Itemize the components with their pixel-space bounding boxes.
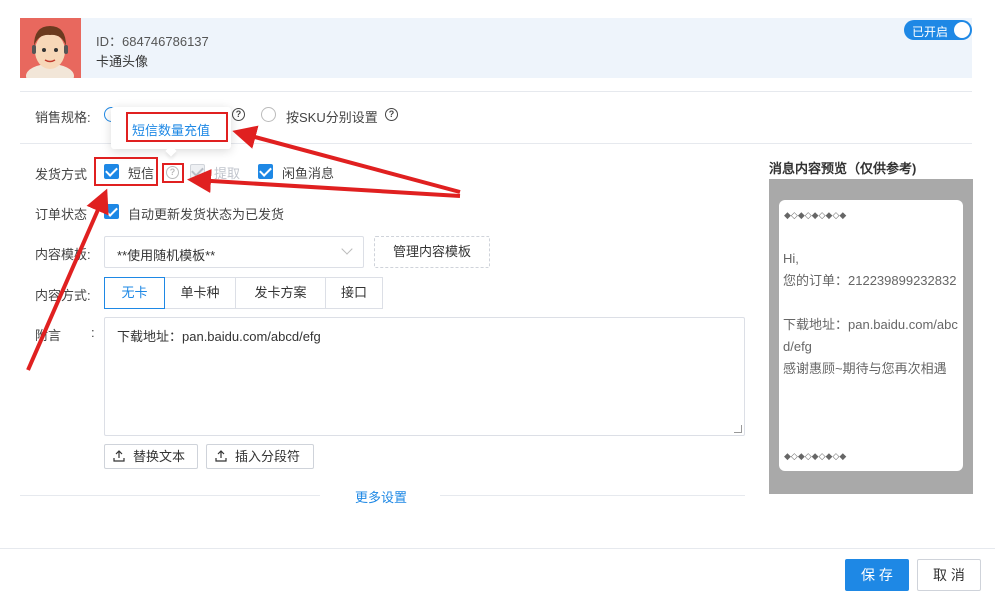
preview-decoration: ◆◇◆◇◆◇◆◇◆ <box>784 451 847 461</box>
spec-sku-label: 按SKU分别设置 <box>286 110 378 125</box>
preview-card: ◆◇◆◇◆◇◆◇◆ Hi, 您的订单：212239899232832 下载地址：… <box>779 200 963 471</box>
pickup-checkbox[interactable] <box>190 164 205 179</box>
user-name: 卡通头像 <box>96 54 149 69</box>
note-colon: : <box>91 325 95 340</box>
replace-text-label: 替换文本 <box>133 449 186 464</box>
arrow-to-recharge <box>232 125 461 194</box>
annotation-box-recharge <box>126 112 228 142</box>
insert-separator-button[interactable]: 插入分段符 <box>206 444 314 469</box>
footer-divider <box>0 548 995 549</box>
xianyu-label: 闲鱼消息 <box>282 166 335 181</box>
tab-api[interactable]: 接口 <box>325 277 383 309</box>
preview-line: Hi, <box>783 251 799 266</box>
note-text: 下载地址：pan.baidu.com/abcd/efg <box>117 329 321 344</box>
order-status-label: 订单状态 <box>35 207 88 222</box>
pickup-label: 提取 <box>214 166 241 181</box>
annotation-box-sms <box>94 157 158 186</box>
tab-single-card[interactable]: 单卡种 <box>164 277 236 309</box>
replace-text-button[interactable]: 替换文本 <box>104 444 198 469</box>
more-settings-link[interactable]: 更多设置 <box>355 487 407 506</box>
divider <box>20 495 320 496</box>
delivery-label: 发货方式 <box>35 167 88 182</box>
toggle-label: 已开启 <box>912 25 949 39</box>
avatar <box>20 18 81 78</box>
auto-update-checkbox[interactable] <box>104 204 119 219</box>
help-icon[interactable]: ? <box>385 108 398 121</box>
xianyu-checkbox[interactable] <box>258 164 273 179</box>
annotation-box-help <box>162 163 184 183</box>
divider <box>440 495 745 496</box>
preview-decoration: ◆◇◆◇◆◇◆◇◆ <box>784 210 847 220</box>
divider <box>20 91 972 92</box>
profile-header: ID：684746786137 卡通头像 已开启 <box>20 18 972 78</box>
preview-title: 消息内容预览（仅供参考) <box>769 161 917 176</box>
preview-line: 下载地址：pan.baidu.com/abcd/efg <box>783 317 958 354</box>
help-icon[interactable]: ? <box>232 108 245 121</box>
template-select-value: **使用随机模板** <box>117 248 216 263</box>
auto-update-label: 自动更新发货状态为已发货 <box>128 207 285 222</box>
tooltip-arrow <box>165 145 177 157</box>
enable-toggle[interactable]: 已开启 <box>904 20 972 40</box>
content-mode-label: 内容方式: <box>35 288 91 303</box>
save-button[interactable]: 保 存 <box>845 559 909 591</box>
preview-line <box>783 292 961 314</box>
insert-separator-label: 插入分段符 <box>235 449 301 464</box>
chevron-down-icon <box>341 243 353 255</box>
toggle-knob <box>954 22 970 38</box>
upload-icon <box>215 450 227 462</box>
template-label: 内容模板: <box>35 247 91 262</box>
upload-icon <box>113 450 125 462</box>
spec-label: 销售规格: <box>35 110 91 125</box>
preview-message: Hi, 您的订单：212239899232832 下载地址：pan.baidu.… <box>783 248 961 380</box>
tab-no-card[interactable]: 无卡 <box>104 277 165 309</box>
arrow-to-help <box>187 168 461 198</box>
preview-line: 您的订单：212239899232832 <box>783 273 957 288</box>
cancel-button[interactable]: 取 消 <box>917 559 981 591</box>
manage-template-button[interactable]: 管理内容模板 <box>374 236 490 268</box>
template-select[interactable]: **使用随机模板** <box>104 236 364 268</box>
tab-card-plan[interactable]: 发卡方案 <box>235 277 326 309</box>
note-label: 附言 <box>35 328 62 343</box>
user-id: ID：684746786137 <box>96 34 209 49</box>
spec-radio-sku[interactable] <box>261 107 276 122</box>
resize-handle[interactable] <box>734 425 742 433</box>
preview-line: 感谢惠顾~期待与您再次相遇 <box>783 361 947 376</box>
note-textarea[interactable]: 下载地址：pan.baidu.com/abcd/efg <box>104 317 745 436</box>
